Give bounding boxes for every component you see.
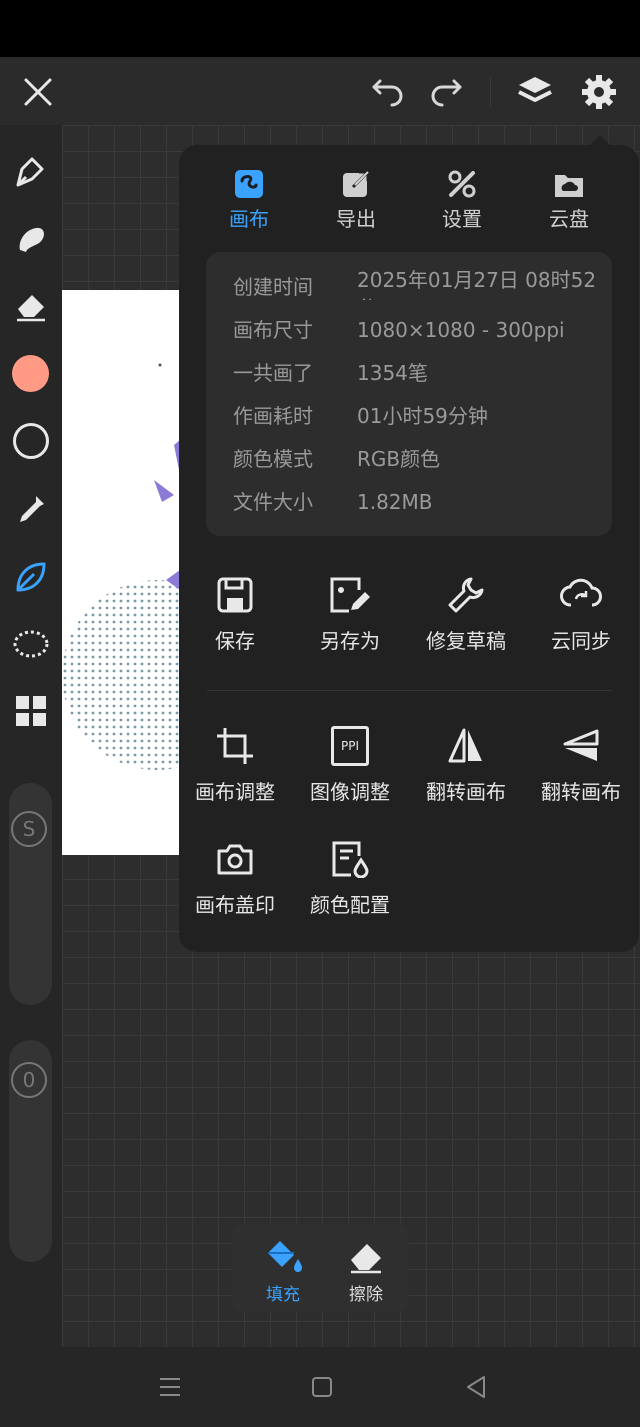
action-label: 图像调整 (310, 780, 390, 804)
color-config-icon (292, 829, 408, 889)
save-as-button[interactable]: 另存为 (292, 565, 408, 654)
opacity-slider[interactable]: 0 (9, 1040, 52, 1262)
gear-icon[interactable] (578, 71, 620, 113)
action-label: 另存为 (320, 629, 380, 653)
close-icon[interactable] (18, 72, 58, 112)
info-value: 1080×1080 - 300ppi (357, 318, 565, 342)
info-value: RGB颜色 (357, 447, 441, 471)
tab-label: 画布 (229, 207, 269, 231)
erase-tool-button[interactable]: 擦除 (326, 1232, 406, 1305)
brush-size-slider[interactable]: S (9, 783, 52, 1005)
menu-icon[interactable] (150, 1367, 190, 1407)
info-label: 文件大小 (233, 490, 313, 514)
cloud-sync-icon (523, 565, 639, 625)
cloud-folder-icon (524, 165, 614, 203)
opacity-slider-knob[interactable]: 0 (11, 1062, 47, 1098)
camera-icon (177, 829, 293, 889)
action-label: 保存 (215, 629, 255, 653)
info-value: 1354笔 (357, 361, 428, 385)
info-value: 2025年01月27日 08时52分 (357, 268, 597, 300)
info-value: 01小时59分钟 (357, 404, 488, 428)
eraser-icon (326, 1232, 406, 1280)
repair-draft-button[interactable]: 修复草稿 (408, 565, 524, 654)
redo-icon[interactable] (426, 72, 466, 112)
size-slider-knob[interactable]: S (11, 811, 47, 847)
crop-icon (177, 716, 293, 776)
wrench-icon (408, 565, 524, 625)
save-button[interactable]: 保存 (177, 565, 293, 654)
tab-label: 云盘 (549, 207, 589, 231)
toolbar-divider (490, 77, 491, 107)
info-label: 颜色模式 (233, 447, 313, 471)
system-navigation-bar (0, 1347, 640, 1427)
left-toolbar: S 0 (0, 125, 62, 1347)
undo-icon[interactable] (368, 72, 408, 112)
ppi-icon: PPI (292, 716, 408, 776)
flip-vertical-icon (523, 716, 639, 776)
tab-settings[interactable]: 设置 (417, 165, 507, 232)
flip-horizontal-icon (408, 716, 524, 776)
grid-tools-icon[interactable] (11, 691, 51, 731)
canvas-stamp-button[interactable]: 画布盖印 (177, 829, 293, 918)
flip-canvas-horizontal-button[interactable]: 翻转画布 (408, 716, 524, 805)
eyedropper-icon[interactable] (11, 489, 51, 529)
save-icon (177, 565, 293, 625)
status-bar (0, 0, 640, 57)
save-as-icon (292, 565, 408, 625)
color-swatch[interactable] (12, 355, 49, 392)
action-label: 画布调整 (195, 780, 275, 804)
info-label: 画布尺寸 (233, 318, 313, 342)
fill-erase-toolbar: 填充 擦除 (231, 1224, 409, 1312)
canvas-adjust-button[interactable]: 画布调整 (177, 716, 293, 805)
flip-canvas-vertical-button[interactable]: 翻转画布 (523, 716, 639, 805)
action-label: 翻转画布 (426, 780, 506, 804)
action-label: 画布盖印 (195, 893, 275, 917)
paint-bucket-icon (243, 1232, 323, 1280)
canvas-tab-icon (204, 165, 294, 203)
tab-label: 导出 (336, 207, 376, 231)
actions-divider (207, 690, 612, 691)
lasso-select-icon[interactable] (11, 624, 51, 664)
drawing-app: S 0 画布 导出 设置 云盘 创建时间 2025年01月27日 08时52 画… (0, 57, 640, 1347)
pen-tool-icon[interactable] (11, 152, 51, 192)
eraser-tool-icon[interactable] (11, 286, 51, 326)
tools-icon (417, 165, 507, 203)
ppi-badge: PPI (331, 726, 369, 766)
fill-tool-label: 填充 (266, 1285, 300, 1305)
fill-tool-button[interactable]: 填充 (243, 1232, 323, 1305)
shape-circle-icon[interactable] (13, 423, 49, 459)
drawing-canvas[interactable] (62, 290, 180, 855)
action-label: 修复草稿 (426, 629, 506, 653)
home-icon[interactable] (302, 1367, 342, 1407)
layers-icon[interactable] (514, 71, 556, 113)
info-label: 创建时间 (233, 275, 313, 299)
leaf-brush-icon[interactable] (11, 557, 51, 597)
canvas-info-box: 创建时间 2025年01月27日 08时52分 画布尺寸 1080×1080 -… (206, 252, 612, 536)
info-value: 1.82MB (357, 490, 433, 514)
export-icon (311, 165, 401, 203)
image-adjust-button[interactable]: PPI 图像调整 (292, 716, 408, 805)
action-label: 云同步 (551, 629, 611, 653)
artwork-preview (62, 363, 180, 770)
tab-canvas[interactable]: 画布 (204, 165, 294, 232)
erase-tool-label: 擦除 (349, 1285, 383, 1305)
tab-label: 设置 (442, 207, 482, 231)
cloud-sync-button[interactable]: 云同步 (523, 565, 639, 654)
panel-pointer (590, 135, 610, 145)
color-config-button[interactable]: 颜色配置 (292, 829, 408, 918)
info-label: 作画耗时 (233, 404, 313, 428)
action-label: 颜色配置 (310, 893, 390, 917)
info-label: 一共画了 (233, 361, 313, 385)
back-icon[interactable] (456, 1367, 496, 1407)
smudge-tool-icon[interactable] (11, 219, 51, 259)
tab-cloud-drive[interactable]: 云盘 (524, 165, 614, 232)
action-label: 翻转画布 (541, 780, 621, 804)
tab-export[interactable]: 导出 (311, 165, 401, 232)
